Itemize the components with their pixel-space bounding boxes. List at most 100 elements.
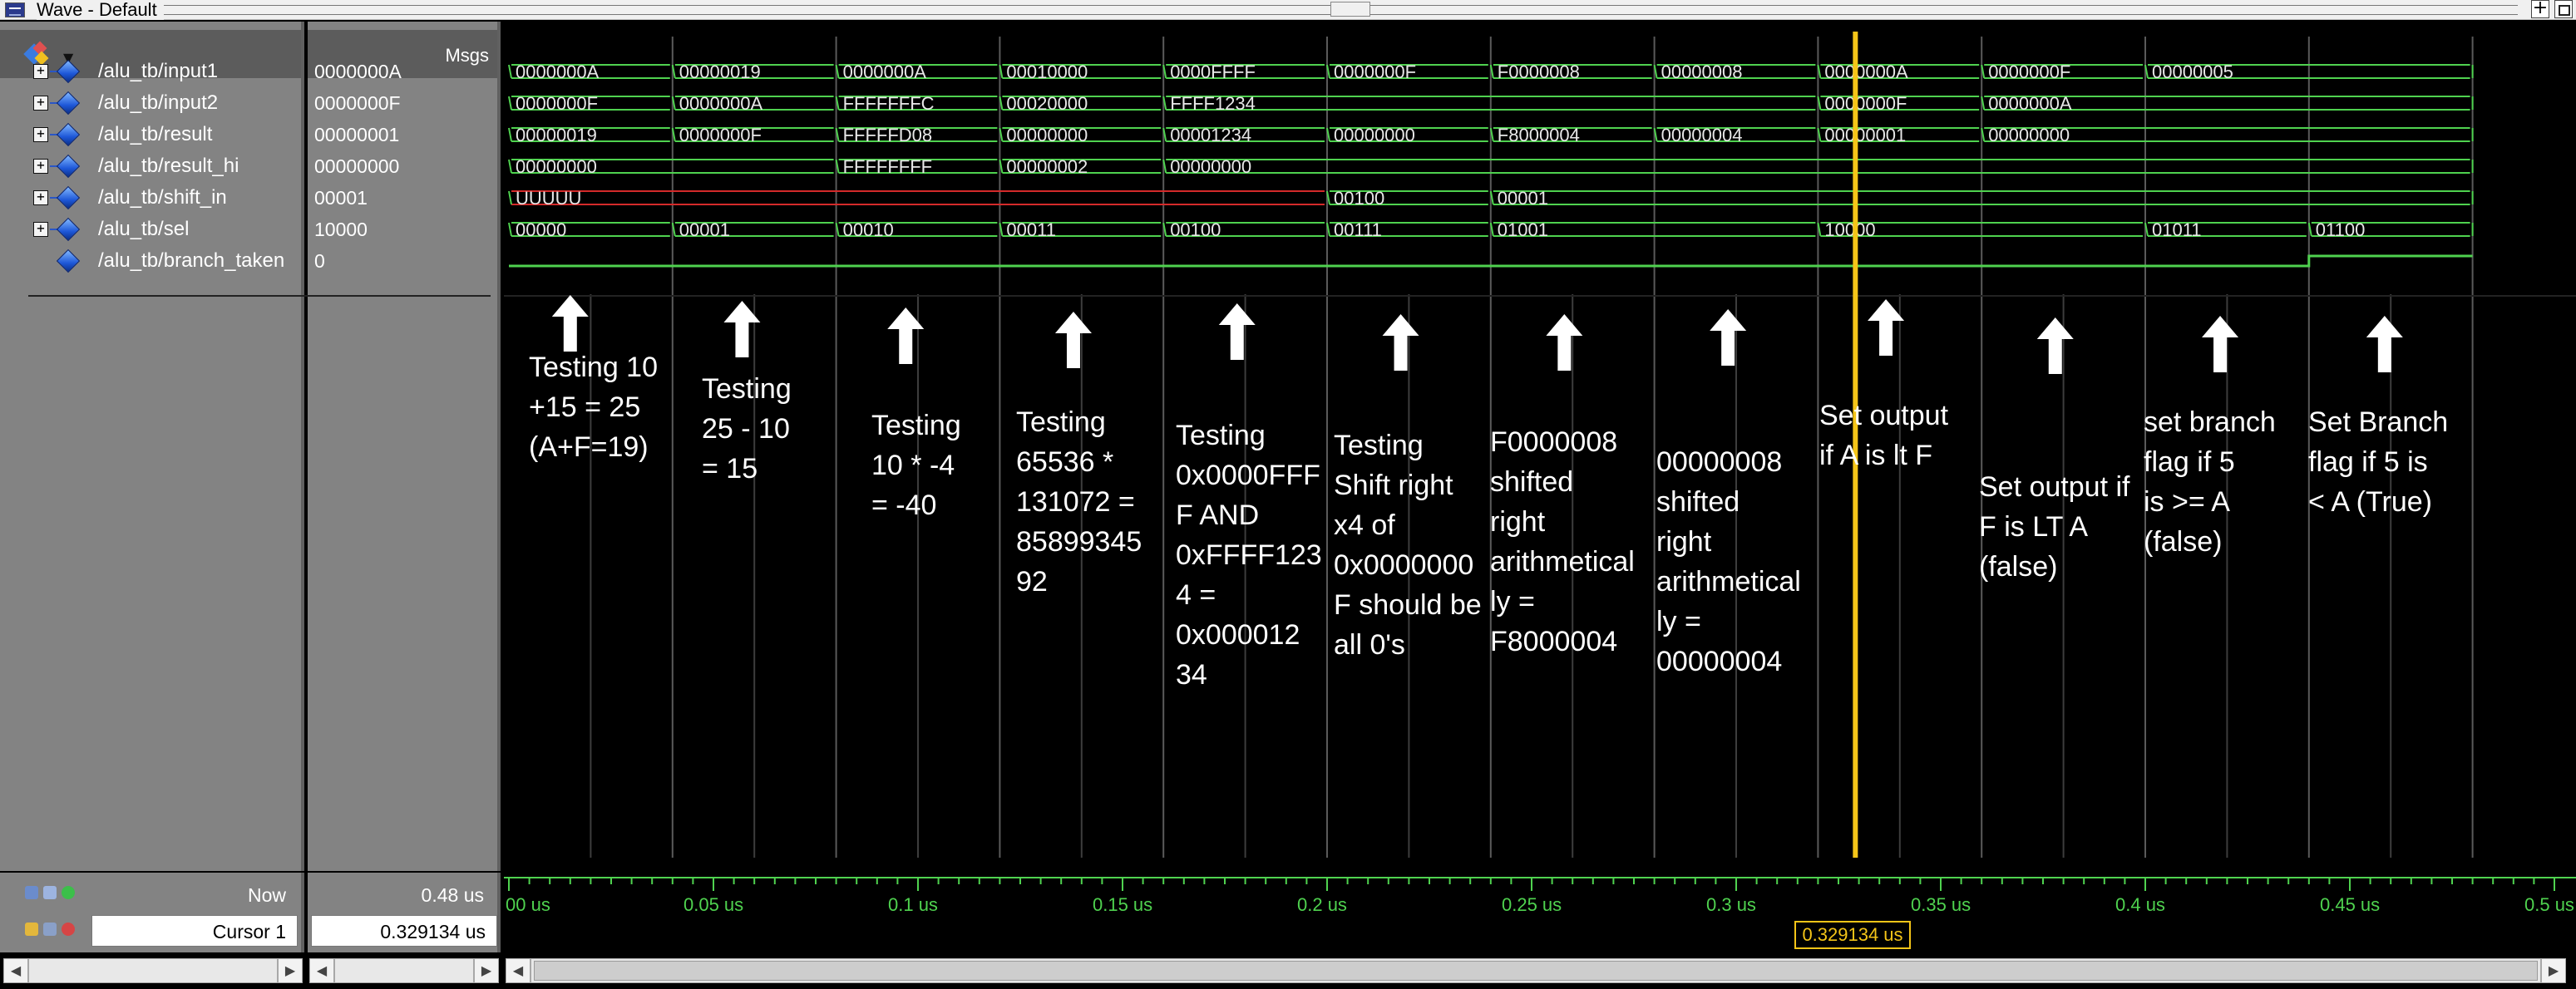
bus-value: 0000FFFF xyxy=(1170,62,1256,82)
bus-transition xyxy=(508,96,512,111)
bus-value: 0000000F xyxy=(1334,62,1416,82)
cursor-time-tag[interactable]: 0.329134 us xyxy=(1794,921,1911,949)
expand-icon[interactable]: + xyxy=(33,96,48,111)
signal-value: 0 xyxy=(314,250,325,272)
signal-name: /alu_tb/sel xyxy=(98,218,190,240)
time-axis-label: 0.15 us xyxy=(1093,894,1152,915)
bus-transition xyxy=(508,159,512,174)
arrow-icon xyxy=(1868,299,1905,356)
bus-value: 00100 xyxy=(1170,219,1221,240)
title-bar-grip xyxy=(45,5,2518,15)
expand-icon[interactable]: + xyxy=(33,222,48,237)
bus-value: 0000000A xyxy=(1824,62,1908,82)
signal-row[interactable]: + /alu_tb/input2 xyxy=(0,87,301,119)
bus-value: 00000005 xyxy=(2152,62,2233,82)
signal-icon xyxy=(56,248,81,273)
signal-row[interactable]: + /alu_tb/sel xyxy=(0,214,301,245)
arrow-icon xyxy=(2036,317,2074,374)
bus-transition xyxy=(508,127,512,142)
bus-value: FFFFFFFF xyxy=(843,156,933,177)
drag-handle-icon[interactable] xyxy=(1330,2,1370,17)
bus-value: 00000000 xyxy=(1988,125,2070,145)
bus-value: 00000000 xyxy=(1170,156,1251,177)
cursor-label[interactable]: Cursor 1 xyxy=(0,921,286,943)
signal-icon xyxy=(56,154,81,179)
bus-value: 00010000 xyxy=(1006,62,1088,82)
signal-row[interactable]: + /alu_tb/input1 xyxy=(0,56,301,87)
wave-scroll-right-button[interactable]: ▶ xyxy=(2541,958,2566,983)
test-annotation: Set output if A is lt F xyxy=(1819,400,1949,471)
values-scrollbar[interactable] xyxy=(334,958,474,983)
expand-icon[interactable]: + xyxy=(33,64,48,79)
time-axis-label: 0.4 us xyxy=(2115,894,2165,915)
test-annotation: Testing 0x0000FFF F AND 0xFFFF123 4 = 0x… xyxy=(1176,420,1322,691)
bus-value: F0000008 xyxy=(1498,62,1580,82)
arrow-icon xyxy=(2366,316,2403,372)
signal-value: 00000000 xyxy=(314,155,400,177)
signal-row[interactable]: + /alu_tb/result xyxy=(0,119,301,150)
bus-value: 0000000A xyxy=(679,93,763,114)
signal-name: /alu_tb/input1 xyxy=(98,60,219,82)
bus-value: 00001234 xyxy=(1170,125,1251,145)
msgs-column-label: Msgs xyxy=(445,45,489,66)
time-axis-label: 0.35 us xyxy=(1911,894,1971,915)
bus-value: FFFFFD08 xyxy=(843,125,933,145)
test-annotation: set branch flag if 5 is >= A (false) xyxy=(2144,406,2276,558)
bus-value: 0000000A xyxy=(843,62,927,82)
bus-value: 01011 xyxy=(2152,219,2202,240)
bus-value: 0000000F xyxy=(679,125,762,145)
wave-scroll-thumb[interactable] xyxy=(534,961,2538,981)
expand-icon[interactable]: + xyxy=(33,127,48,142)
time-axis: 00 us 0.05 us 0.1 us 0.15 us 0.2 us 0.25 us 0.… xyxy=(504,877,2576,915)
arrow-icon xyxy=(1382,314,1419,371)
add-window-button[interactable]: + xyxy=(2531,0,2549,18)
values-scroll-left-button[interactable]: ◀ xyxy=(309,958,334,983)
bus-value: 00000019 xyxy=(679,62,761,82)
bus-value: 01100 xyxy=(2316,219,2366,240)
bus-value: 00000004 xyxy=(1661,125,1743,145)
time-axis-label: 0.3 us xyxy=(1706,894,1756,915)
bus-value: 00000 xyxy=(516,219,566,240)
expand-icon[interactable]: + xyxy=(33,190,48,205)
signal-row[interactable]: + /alu_tb/result_hi xyxy=(0,150,301,182)
bus-transition xyxy=(508,190,512,205)
signal-icon xyxy=(56,59,81,84)
bus-value: 00111 xyxy=(1334,219,1382,240)
bus-value: 00011 xyxy=(1006,219,1056,240)
signal-icon xyxy=(56,217,81,242)
undock-button[interactable] xyxy=(2554,0,2573,18)
bus-value: 0000000A xyxy=(516,62,600,82)
names-scrollbar[interactable] xyxy=(28,958,278,983)
time-axis-label: 00 us xyxy=(506,894,550,915)
signal-icon xyxy=(56,122,81,147)
signal-row[interactable]: /alu_tb/branch_taken xyxy=(0,245,301,277)
signal-name: /alu_tb/result xyxy=(98,123,213,145)
now-value: 0.48 us xyxy=(421,884,484,906)
bus-value: FFFF1234 xyxy=(1170,93,1256,114)
test-annotation: Testing 10 * -4 = -40 xyxy=(871,410,961,521)
expand-icon[interactable]: + xyxy=(33,159,48,174)
test-annotation: Testing Shift right x4 of 0x0000000 F sh… xyxy=(1334,430,1482,661)
bus-value: 01001 xyxy=(1498,219,1548,240)
signal-row[interactable]: + /alu_tb/shift_in xyxy=(0,182,301,214)
test-annotation: F0000008 shifted right arithmetical ly =… xyxy=(1490,426,1635,657)
names-scroll-right-button[interactable]: ▶ xyxy=(278,958,303,983)
wave-scroll-left-button[interactable]: ◀ xyxy=(506,958,530,983)
test-annotation: Set output if F is LT A (false) xyxy=(1979,471,2130,583)
arrow-icon xyxy=(1054,312,1092,368)
bus-value: UUUUU xyxy=(516,188,581,209)
bus-value: 00100 xyxy=(1334,188,1384,209)
bus-value: 00010 xyxy=(843,219,894,240)
names-scroll-left-button[interactable]: ◀ xyxy=(3,958,28,983)
values-scroll-right-button[interactable]: ▶ xyxy=(474,958,499,983)
bus-value: 00000000 xyxy=(1334,125,1415,145)
bus-transition xyxy=(508,64,512,79)
time-axis-label: 0.2 us xyxy=(1297,894,1347,915)
arrow-icon xyxy=(1546,314,1583,371)
window-title-bar: Wave - Default + xyxy=(0,0,2576,20)
bus-value: 0000000A xyxy=(1988,93,2072,114)
bus-value: 00000002 xyxy=(1006,156,1088,177)
time-axis-label: 0.25 us xyxy=(1502,894,1562,915)
bus-transition xyxy=(508,222,512,237)
bus-value: 10000 xyxy=(1824,219,1875,240)
